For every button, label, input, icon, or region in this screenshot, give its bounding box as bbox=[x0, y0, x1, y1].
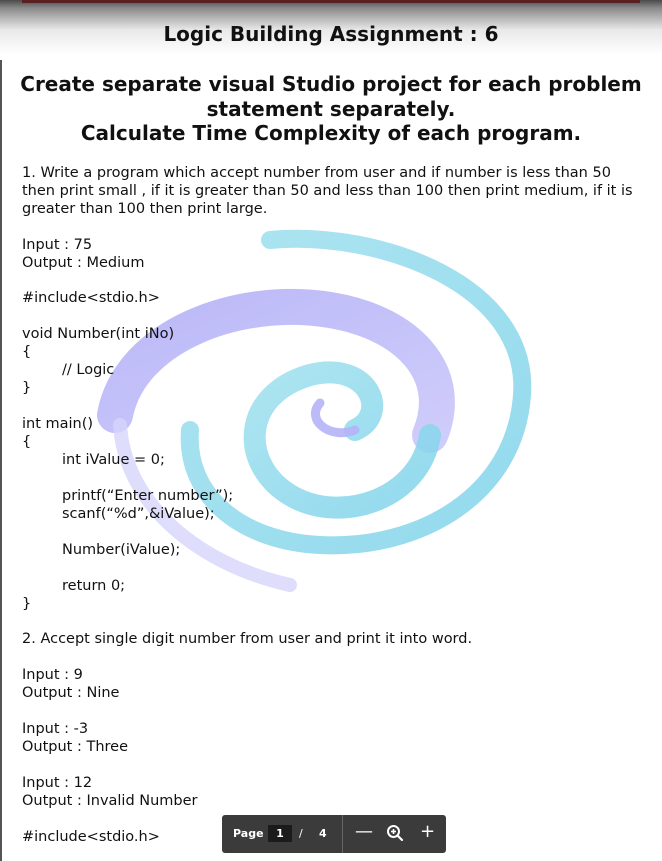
problem1-output: Output : Medium bbox=[22, 255, 145, 271]
problem1-input: Input : 75 bbox=[22, 237, 93, 253]
zoom-out-button[interactable]: — bbox=[355, 821, 373, 842]
code-main-close-brace: } bbox=[22, 596, 32, 612]
toolbar-divider bbox=[342, 815, 343, 853]
code-close-brace: } bbox=[22, 380, 32, 396]
zoom-in-button[interactable]: + bbox=[420, 821, 435, 842]
page-separator: / bbox=[299, 827, 303, 840]
code-return: return 0; bbox=[62, 578, 126, 594]
problem2-example1-input: Input : 9 bbox=[22, 667, 83, 683]
assignment-title: Logic Building Assignment : 6 bbox=[163, 22, 499, 46]
problem2-example2-output: Output : Three bbox=[22, 739, 129, 755]
problem2-example2-input: Input : -3 bbox=[22, 721, 89, 737]
pdf-viewer-toolbar: Page 1 / 4 — + bbox=[222, 815, 446, 853]
code-func-signature: void Number(int iNo) bbox=[22, 326, 175, 342]
code-open-brace: { bbox=[22, 344, 32, 360]
total-pages: 4 bbox=[319, 827, 327, 840]
code-printf: printf(“Enter number”); bbox=[62, 488, 234, 504]
heading-line-2: statement separately. bbox=[206, 97, 456, 121]
problem2-statement: 2. Accept single digit number from user … bbox=[22, 631, 473, 647]
problem1-line-3: greater than 100 then print large. bbox=[22, 201, 268, 217]
code-function-call: Number(iValue); bbox=[62, 542, 181, 558]
problem1-line-2: then print small , if it is greater than… bbox=[22, 183, 633, 199]
zoom-icon[interactable] bbox=[386, 824, 404, 847]
heading-line-3: Calculate Time Complexity of each progra… bbox=[80, 121, 582, 145]
magnifier-icon bbox=[387, 825, 404, 842]
current-page-input[interactable]: 1 bbox=[268, 825, 292, 842]
problem2-example1-output: Output : Nine bbox=[22, 685, 120, 701]
heading-line-1: Create separate visual Studio project fo… bbox=[20, 72, 642, 96]
code-comment: // Logic bbox=[62, 362, 115, 378]
code-main-open-brace: { bbox=[22, 434, 32, 450]
document-page: Logic Building Assignment : 6 Create sep… bbox=[0, 0, 662, 861]
problem2-example3-input: Input : 12 bbox=[22, 775, 93, 791]
page-label: Page bbox=[233, 827, 264, 840]
code-scanf: scanf(“%d”,&iValue); bbox=[62, 506, 215, 522]
code-declaration: int iValue = 0; bbox=[62, 452, 165, 468]
problem2-include: #include<stdio.h> bbox=[22, 829, 160, 845]
code-main-signature: int main() bbox=[22, 416, 94, 432]
problem2-example3-output: Output : Invalid Number bbox=[22, 793, 198, 809]
problem1-line-1: 1. Write a program which accept number f… bbox=[22, 165, 611, 181]
code-include: #include<stdio.h> bbox=[22, 290, 160, 306]
